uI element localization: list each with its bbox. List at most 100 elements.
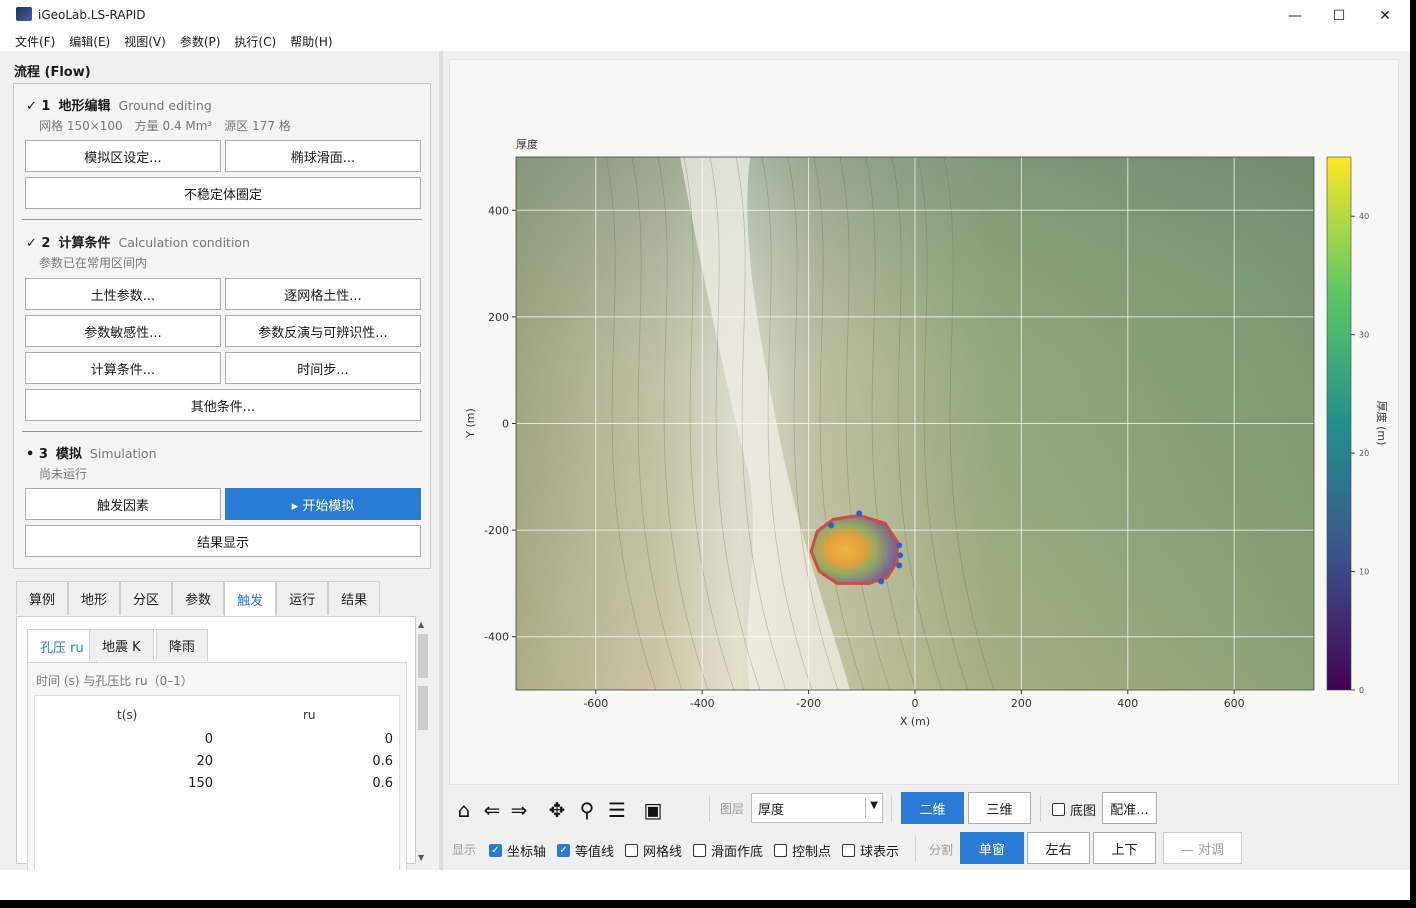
menu-params[interactable]: 参数(P) [173, 31, 228, 51]
scroll-thumb[interactable] [418, 634, 428, 678]
swap-button[interactable]: — 对调 [1163, 832, 1242, 864]
ru-cell-t[interactable]: 0 [115, 732, 213, 747]
split-top-bottom-button[interactable]: 上下 [1093, 832, 1156, 864]
control-points-checkbox[interactable]: 控制点 [774, 841, 831, 860]
scroll-up-icon[interactable]: ▲ [418, 620, 424, 629]
check-icon[interactable]: ✓ [489, 844, 502, 857]
ru-header-ru[interactable]: ru [303, 708, 316, 722]
x-axis: -600 -400 -200 0 200 400 600 [583, 690, 1245, 710]
x-tick-label: -400 [690, 697, 715, 710]
start-simulation-button[interactable]: ▸ 开始模拟 [225, 488, 421, 520]
axes-checkbox[interactable]: ✓ 坐标轴 [489, 841, 546, 860]
sensitivity-button[interactable]: 参数敏感性... [25, 315, 221, 347]
view-3d-button[interactable]: 三维 [968, 792, 1031, 824]
splitter-handle[interactable] [439, 51, 443, 870]
config-button[interactable]: 配准... [1102, 792, 1157, 824]
save-icon[interactable]: ▣ [640, 798, 666, 822]
colorbar-tick-label: 10 [1359, 568, 1369, 577]
ru-header-time[interactable]: t(s) [117, 708, 137, 722]
checkbox-box[interactable] [774, 844, 787, 857]
menu-file[interactable]: 文件(F) [8, 31, 62, 51]
bottom-tabs: 算例 地形 分区 参数 触发 运行 结果 [16, 581, 381, 617]
ru-table[interactable]: t(s) ru 0 0 20 0.6 150 0.6 [34, 695, 400, 875]
back-icon[interactable]: ⇐ [479, 798, 505, 822]
landslide-mass [809, 513, 899, 585]
colorbar [1326, 156, 1352, 691]
settings-icon[interactable]: ☰ [604, 798, 630, 822]
soil-params-button[interactable]: 土性参数... [25, 278, 221, 310]
subtab-pore-pressure[interactable]: 孔压 ru [27, 629, 97, 663]
checkbox-box[interactable] [1052, 803, 1065, 816]
left-scrollbar[interactable]: ▲ ▼ [416, 618, 430, 864]
pan-icon[interactable]: ✥ [544, 798, 570, 822]
tab-results[interactable]: 结果 [328, 581, 381, 615]
control-point [878, 578, 885, 585]
x-tick-label: 600 [1224, 697, 1245, 710]
menu-edit[interactable]: 编辑(E) [62, 31, 117, 51]
ru-cell-t[interactable]: 20 [115, 754, 213, 769]
split-single-button[interactable]: 单窗 [960, 832, 1024, 864]
ru-cell-ru[interactable]: 0.6 [295, 754, 393, 769]
contour-checkbox[interactable]: ✓ 等值线 [557, 841, 614, 860]
layer-select[interactable]: 厚度 ▼ [751, 793, 883, 823]
view-2d-button[interactable]: 二维 [901, 792, 964, 824]
gridlines-checkbox[interactable]: 网格线 [625, 841, 682, 860]
control-point [897, 552, 904, 559]
tab-run[interactable]: 运行 [276, 581, 329, 615]
check-icon[interactable]: ✓ [557, 844, 570, 857]
checkbox-box[interactable] [842, 844, 855, 857]
sphere-checkbox[interactable]: 球表示 [842, 841, 899, 860]
step-divider [22, 219, 422, 220]
ru-cell-ru[interactable]: 0.6 [295, 776, 393, 791]
checkbox-box[interactable] [693, 844, 706, 857]
toolbar-divider [891, 796, 892, 822]
menu-help[interactable]: 帮助(H) [283, 31, 339, 51]
menu-run[interactable]: 执行(C) [227, 31, 283, 51]
app-logo-icon [16, 7, 32, 21]
scroll-thumb[interactable] [418, 686, 428, 730]
scroll-down-icon[interactable]: ▼ [418, 853, 424, 862]
subtab-rainfall[interactable]: 降雨 [156, 629, 209, 661]
per-cell-soil-button[interactable]: 逐网格土性... [225, 278, 421, 310]
split-left-right-button[interactable]: 左右 [1027, 832, 1090, 864]
x-tick-label: 0 [912, 697, 919, 710]
colorbar-tick-label: 0 [1359, 686, 1364, 695]
plot-toolbar: ⌂ ⇐ ⇒ ✥ ⚲ ☰ ▣ 图层 厚度 ▼ 二维 三维 底图 配准... 显示 … [449, 788, 1409, 870]
layer-select-value: 厚度 [758, 802, 785, 818]
sphere-label: 球表示 [860, 845, 900, 860]
sim-area-button[interactable]: 模拟区设定... [25, 140, 221, 172]
inversion-button[interactable]: 参数反演与可辨识性... [225, 315, 421, 347]
zoom-icon[interactable]: ⚲ [574, 798, 600, 822]
close-button[interactable]: ✕ [1362, 0, 1408, 31]
y-axis-label: Y (m) [464, 408, 477, 439]
forward-icon[interactable]: ⇒ [506, 798, 532, 822]
other-conditions-button[interactable]: 其他条件... [25, 389, 421, 421]
maximize-button[interactable]: ☐ [1316, 0, 1362, 31]
tab-trigger[interactable]: 触发 [224, 581, 277, 617]
time-step-button[interactable]: 时间步... [225, 352, 421, 384]
tab-cases[interactable]: 算例 [16, 581, 69, 615]
thickness-chart[interactable]: 厚度 -600 -400 -200 0 200 400 600 -400-200020040… [450, 60, 1400, 786]
ru-cell-t[interactable]: 150 [115, 776, 213, 791]
calc-conditions-button[interactable]: 计算条件... [25, 352, 221, 384]
plot-area: 厚度 -600 -400 -200 0 200 400 600 -400 -200 0 200 40… [449, 59, 1399, 785]
toolbar-divider [1040, 796, 1041, 822]
chevron-down-icon[interactable]: ▼ [870, 800, 878, 811]
minimize-button[interactable]: — [1272, 0, 1318, 31]
basemap-checkbox[interactable]: 底图 [1052, 800, 1096, 819]
tab-terrain[interactable]: 地形 [68, 581, 121, 615]
trigger-factors-button[interactable]: 触发因素 [25, 488, 221, 520]
unstable-mass-button[interactable]: 不稳定体圈定 [25, 177, 421, 209]
checkbox-box[interactable] [625, 844, 638, 857]
tab-params[interactable]: 参数 [172, 581, 225, 615]
show-results-button[interactable]: 结果显示 [25, 525, 421, 557]
ru-cell-ru[interactable]: 0 [295, 732, 393, 747]
toolbar-divider [915, 836, 916, 862]
menu-view[interactable]: 视图(V) [117, 31, 173, 51]
subtab-earthquake[interactable]: 地震 K [89, 629, 154, 661]
ellipsoid-surface-button[interactable]: 椭球滑面... [225, 140, 421, 172]
home-icon[interactable]: ⌂ [451, 798, 477, 822]
title-bar: iGeoLab.LS-RAPID — ☐ ✕ [0, 0, 1410, 31]
tab-zones[interactable]: 分区 [120, 581, 173, 615]
slip-base-checkbox[interactable]: 滑面作底 [693, 841, 763, 860]
